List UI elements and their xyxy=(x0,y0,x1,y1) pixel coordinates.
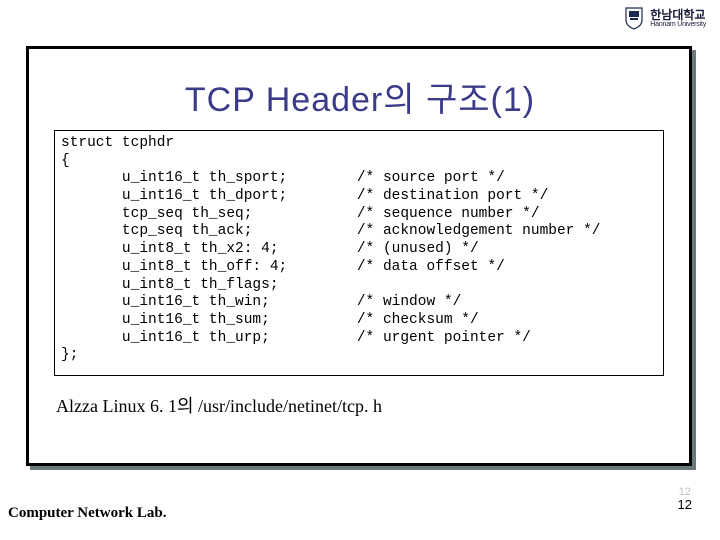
footer-lab: Computer Network Lab. xyxy=(8,505,166,522)
logo-english: Hannam University xyxy=(650,21,706,28)
university-logo: 한남대학교 Hannam University xyxy=(624,6,706,30)
code-caption: Alzza Linux 6. 1의 /usr/include/netinet/t… xyxy=(56,392,382,418)
code-content: struct tcphdr { u_int16_t th_sport; /* s… xyxy=(61,135,657,365)
page-number-shadow: 12 xyxy=(678,486,692,498)
logo-text: 한남대학교 Hannam University xyxy=(650,9,706,28)
code-box: struct tcphdr { u_int16_t th_sport; /* s… xyxy=(54,130,664,376)
page-number-main: 12 xyxy=(678,498,692,512)
logo-korean: 한남대학교 xyxy=(650,9,706,21)
page-title: TCP Header의 구조(1) xyxy=(0,72,720,121)
page-number: 12 12 xyxy=(678,486,692,512)
shield-icon xyxy=(624,6,644,30)
